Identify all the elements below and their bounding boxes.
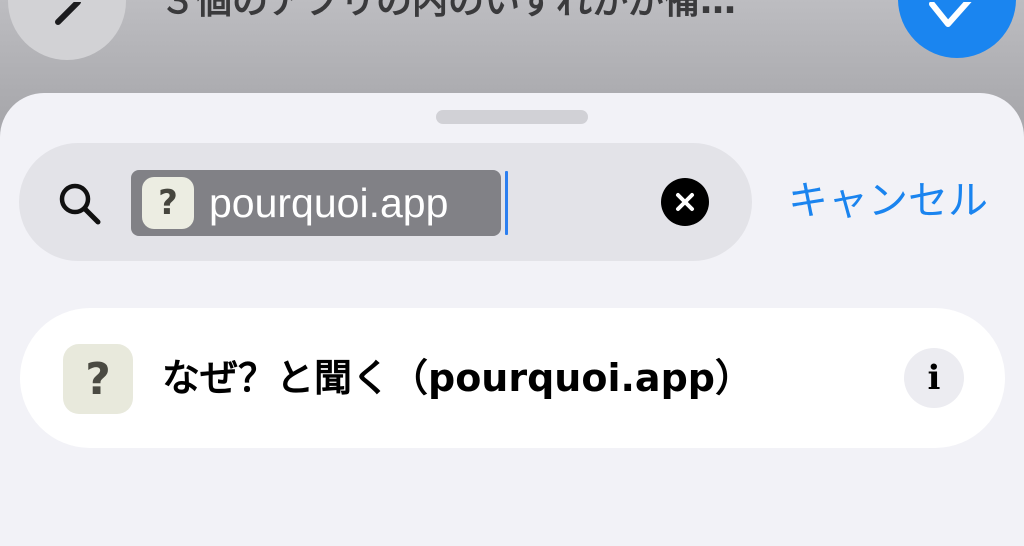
clear-icon — [676, 193, 694, 211]
search-icon — [59, 183, 101, 225]
info-icon: i — [927, 358, 941, 398]
search-token[interactable]: ? pourquoi.app — [131, 170, 501, 236]
pourquoi-app-icon: ? — [63, 344, 133, 414]
background-title: ３個のアプリの内のいずれかが備… — [160, 0, 737, 22]
clear-search-button[interactable] — [661, 178, 709, 226]
cancel-button[interactable]: キャンセル — [788, 173, 988, 229]
search-field[interactable]: ? pourquoi.app — [19, 143, 752, 261]
chevron-left-icon — [55, 2, 81, 25]
text-cursor — [505, 171, 508, 235]
shortcut-search-sheet: ? pourquoi.app キャンセル ? なぜ？と聞く（pourquoi.a… — [0, 93, 1024, 546]
search-token-label: pourquoi.app — [209, 180, 449, 226]
search-result-item[interactable]: ? なぜ？と聞く（pourquoi.app） i — [20, 308, 1005, 448]
checkmark-icon — [929, 2, 972, 27]
sheet-grabber[interactable] — [436, 110, 588, 124]
search-result-label: なぜ？と聞く（pourquoi.app） — [162, 356, 753, 400]
pourquoi-app-icon: ? — [142, 177, 194, 229]
info-button[interactable]: i — [904, 348, 964, 408]
